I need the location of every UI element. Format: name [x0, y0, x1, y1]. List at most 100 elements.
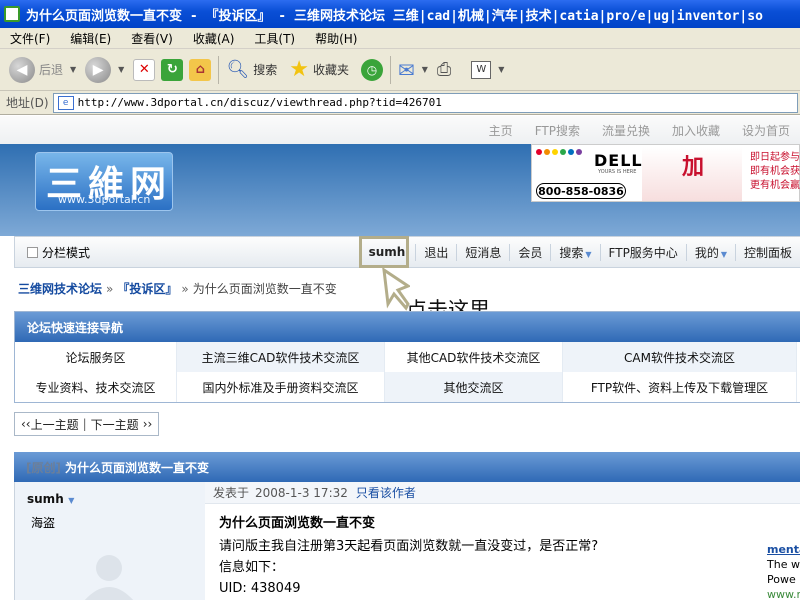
post-title: 为什么页面浏览数一直不变: [219, 516, 376, 531]
site-logo[interactable]: 三維网 www.3dportal.cn: [35, 152, 173, 211]
address-field[interactable]: e http://www.3dportal.cn/discuz/viewthre…: [52, 92, 798, 113]
side-ad[interactable]: menta The w Powe www.m: [767, 542, 800, 600]
star-icon: ★: [289, 57, 309, 82]
home-button[interactable]: ⌂: [186, 53, 214, 87]
post-author-panel: sumh ▼ 海盗: [15, 482, 205, 600]
forward-arrow-icon: ▶: [85, 56, 112, 83]
dell-logo: DELL: [594, 151, 643, 170]
quick-nav-link[interactable]: 论坛服务区: [15, 342, 177, 372]
annotation-highlight-box: [359, 236, 409, 268]
printer-icon: ⎙: [436, 59, 452, 80]
stop-button[interactable]: ✕: [130, 53, 158, 87]
nav-ftp-center[interactable]: FTP服务中心: [599, 243, 686, 261]
favorites-button[interactable]: ★ 收藏夹: [286, 53, 352, 87]
posted-time: 2008-1-3 17:32: [255, 485, 348, 500]
nav-members[interactable]: 会员: [509, 243, 550, 261]
post-content: 发表于 2008-1-3 17:32 只看该作者 为什么页面浏览数一直不变 请问…: [205, 482, 800, 600]
side-ad-url: www.m: [767, 588, 800, 600]
forward-button[interactable]: ▶: [82, 53, 114, 87]
post-body-line: UID: 438049: [219, 581, 301, 596]
author-rank: 海盗: [31, 516, 56, 530]
menu-favorites[interactable]: 收藏(A): [183, 30, 245, 47]
ie-app-icon: [4, 6, 20, 22]
mail-button[interactable]: ✉: [395, 53, 418, 87]
post-author[interactable]: sumh ▼: [27, 492, 74, 506]
quick-nav-link[interactable]: 主流三维CAD软件技术交流区: [177, 342, 385, 372]
history-button[interactable]: ◷: [358, 53, 386, 87]
thread-title-bar: [原创] 为什么页面浏览数一直不变: [14, 452, 800, 482]
only-author-link[interactable]: 只看该作者: [356, 484, 416, 501]
mail-dropdown-icon[interactable]: ▼: [422, 65, 428, 74]
search-label: 搜索: [253, 63, 278, 77]
nav-search-label: 搜索: [559, 245, 584, 260]
toplink-ftp-search[interactable]: FTP搜索: [535, 122, 580, 139]
nav-my-label: 我的: [694, 245, 719, 260]
toplink-home[interactable]: 主页: [489, 122, 513, 139]
history-icon: ◷: [360, 58, 383, 81]
chevron-down-icon: ▼: [65, 496, 75, 505]
stop-icon: ✕: [133, 58, 156, 81]
split-mode-label: 分栏模式: [42, 245, 91, 260]
back-arrow-icon: ◀: [9, 56, 35, 83]
toplink-set-homepage[interactable]: 设为首页: [742, 122, 790, 139]
back-dropdown-icon[interactable]: ▼: [70, 65, 76, 74]
menu-edit[interactable]: 编辑(E): [60, 30, 121, 47]
forward-dropdown-icon[interactable]: ▼: [118, 65, 124, 74]
quick-nav-link[interactable]: FTP软件、资料上传及下载管理区: [563, 372, 797, 402]
nav-control-panel[interactable]: 控制面板: [734, 243, 800, 261]
quick-nav-link[interactable]: 国内外标准及手册资料交流区: [177, 372, 385, 402]
nav-messages[interactable]: 短消息: [456, 243, 509, 261]
split-mode-toggle[interactable]: 分栏模式: [15, 244, 359, 261]
post-meta: 发表于 2008-1-3 17:32 只看该作者: [205, 482, 800, 504]
quick-nav-link[interactable]: 其他交流区: [385, 372, 563, 402]
breadcrumb-separator: »: [106, 282, 114, 296]
banner-big-char: 加: [682, 155, 705, 180]
nav-search[interactable]: 搜索 ▼: [550, 243, 599, 261]
search-button[interactable]: 🔍︎ 搜索: [223, 53, 280, 87]
back-button[interactable]: ◀ 后退: [6, 53, 66, 87]
menu-tools[interactable]: 工具(T): [244, 30, 305, 47]
dell-phone: 800-858-0836: [536, 183, 626, 199]
banner-dots: [536, 149, 582, 155]
refresh-icon: ↻: [161, 58, 184, 81]
prev-thread-link[interactable]: 上一主题: [31, 416, 79, 433]
quick-nav-panel: 论坛快速连接导航 论坛服务区 主流三维CAD软件技术交流区 其他CAD软件技术交…: [14, 311, 800, 403]
nav-my[interactable]: 我的 ▼: [685, 243, 735, 261]
toplink-add-favorite[interactable]: 加入收藏: [672, 122, 720, 139]
logo-url: www.3dportal.cn: [58, 193, 151, 206]
menu-view[interactable]: 查看(V): [121, 30, 183, 47]
print-button[interactable]: ⎙: [434, 53, 454, 87]
toplink-traffic-exchange[interactable]: 流量兑换: [602, 122, 650, 139]
favorites-label: 收藏夹: [312, 63, 349, 77]
pager-divider: |: [82, 417, 87, 431]
quick-nav-grid: 论坛服务区 主流三维CAD软件技术交流区 其他CAD软件技术交流区 CAM软件技…: [15, 342, 800, 402]
browser-toolbar: ◀ 后退 ▼ ▶ ▼ ✕ ↻ ⌂ 🔍︎ 搜索 ★ 收藏夹 ◷ ✉ ▼ ⎙ W ▼: [0, 49, 800, 91]
chevron-down-icon: ▼: [585, 249, 592, 259]
menu-file[interactable]: 文件(F): [0, 30, 60, 47]
address-url[interactable]: http://www.3dportal.cn/discuz/viewthread…: [78, 96, 442, 109]
quick-nav-link[interactable]: 专业资料、技术交流区: [15, 372, 177, 402]
quick-nav-link[interactable]: CAM软件技术交流区: [563, 342, 797, 372]
post-author-name: sumh: [27, 492, 64, 506]
chevron-left-icon: ‹‹: [21, 417, 31, 431]
nav-logout[interactable]: 退出: [415, 243, 456, 261]
breadcrumb-separator: »: [181, 282, 189, 296]
top-links: 主页 FTP搜索 流量兑换 加入收藏 设为首页: [0, 116, 800, 144]
breadcrumb-forum[interactable]: 『投诉区』: [117, 282, 177, 296]
edit-dropdown-icon[interactable]: ▼: [498, 65, 504, 74]
avatar: [84, 555, 134, 600]
refresh-button[interactable]: ↻: [158, 53, 186, 87]
side-ad-text: The w: [767, 558, 800, 571]
address-bar: 地址(D) e http://www.3dportal.cn/discuz/vi…: [0, 91, 800, 115]
next-thread-link[interactable]: 下一主题: [91, 416, 139, 433]
split-mode-checkbox[interactable]: [27, 246, 38, 258]
quick-nav-link[interactable]: 其他CAD软件技术交流区: [385, 342, 563, 372]
breadcrumb-home[interactable]: 三维网技术论坛: [18, 282, 102, 296]
post-body-line: 信息如下：: [219, 560, 285, 575]
edit-button[interactable]: W: [468, 53, 494, 87]
menu-help[interactable]: 帮助(H): [305, 30, 367, 47]
mail-icon: ✉: [397, 57, 415, 82]
side-ad-link[interactable]: menta: [767, 542, 800, 557]
dell-banner-ad[interactable]: DELL YOURS IS HERE 800-858-0836 加 即日起参与 …: [531, 144, 800, 202]
dell-tagline: YOURS IS HERE: [598, 169, 637, 175]
